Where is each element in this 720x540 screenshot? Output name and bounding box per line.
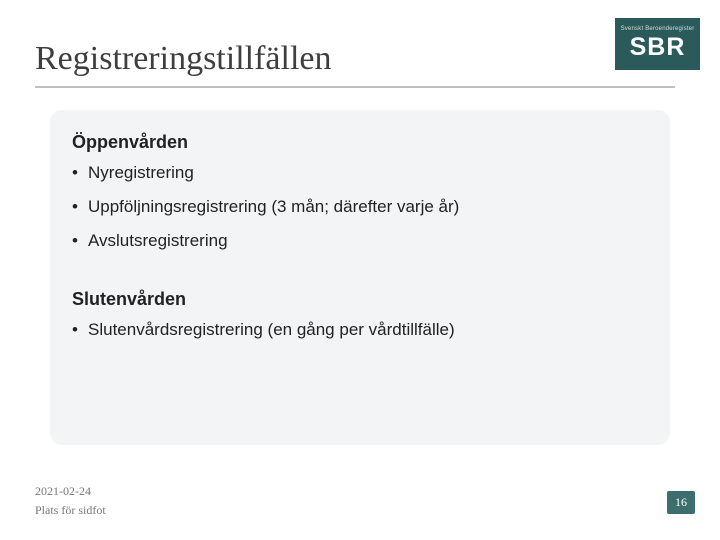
footer-date: 2021-02-24 [35,484,106,499]
list-oppenvarden: Nyregistrering Uppföljningsregistrering … [72,163,648,251]
list-item: Nyregistrering [72,163,648,183]
title-underline [35,86,675,88]
logo: Svenskt Beroenderegister SBR [615,18,700,70]
content-panel: Öppenvården Nyregistrering Uppföljningsr… [50,110,670,445]
logo-main: SBR [630,33,686,62]
logo-subtitle: Svenskt Beroenderegister [621,26,695,33]
list-item: Slutenvårdsregistrering (en gång per vår… [72,320,648,340]
page-title: Registreringstillfällen [35,40,332,78]
slide: Registreringstillfällen Svenskt Beroende… [0,0,720,540]
page-number-badge: 16 [667,491,695,514]
list-item: Avslutsregistrering [72,231,648,251]
section-heading-oppenvarden: Öppenvården [72,132,648,153]
list-slutenvarden: Slutenvårdsregistrering (en gång per vår… [72,320,648,340]
footer: 2021-02-24 Plats för sidfot [35,484,106,518]
list-item: Uppföljningsregistrering (3 mån; därefte… [72,197,648,217]
footer-place: Plats för sidfot [35,503,106,518]
section-heading-slutenvarden: Slutenvården [72,289,648,310]
